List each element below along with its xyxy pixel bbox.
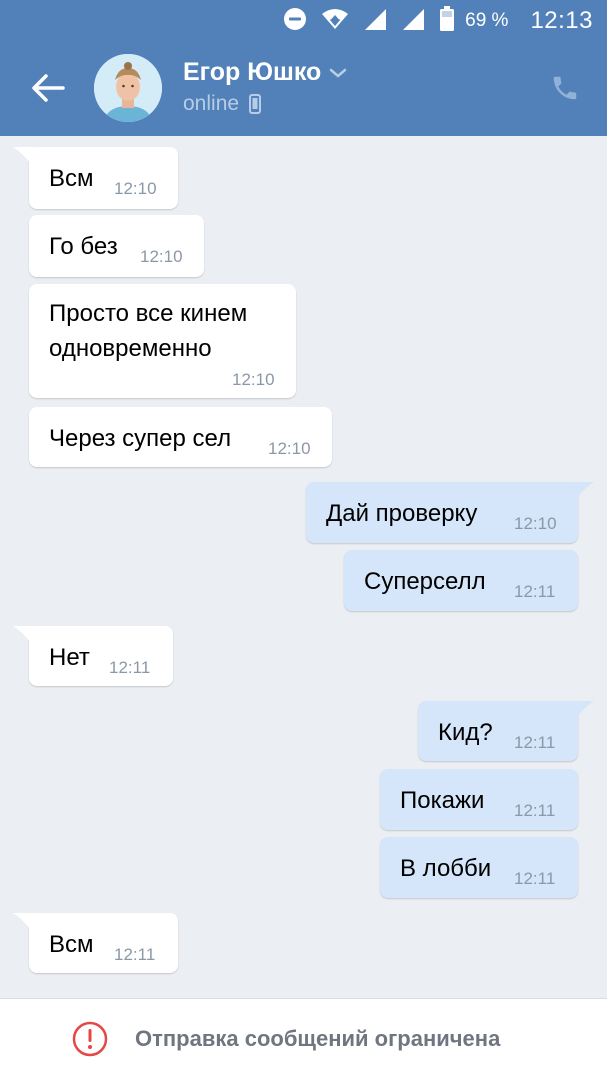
message-text: Всм bbox=[49, 165, 94, 192]
message-text: Го без bbox=[49, 233, 118, 260]
message-time: 12:10 bbox=[114, 179, 157, 198]
battery-percentage: 69 % bbox=[465, 10, 509, 31]
status-bar: 69 % 12:13 bbox=[0, 0, 607, 40]
message-time: 12:11 bbox=[514, 869, 556, 888]
do-not-disturb-icon bbox=[283, 7, 307, 36]
bubble-tail bbox=[13, 913, 35, 935]
status-icons: 69 % 12:13 bbox=[283, 5, 593, 37]
message-outgoing[interactable]: Покажи 12:11 bbox=[380, 769, 578, 830]
message-incoming[interactable]: Всм 12:11 bbox=[13, 913, 178, 973]
signal-icon bbox=[363, 7, 387, 36]
arrow-left-icon bbox=[32, 74, 65, 102]
status-clock: 12:13 bbox=[530, 7, 593, 34]
exclamation-circle-icon bbox=[72, 1021, 108, 1057]
wifi-icon bbox=[321, 7, 349, 36]
message-incoming[interactable]: Просто все кинем одновременно 12:10 bbox=[29, 284, 296, 398]
message-outgoing[interactable]: Дай проверку 12:10 bbox=[306, 482, 594, 543]
bubble-tail bbox=[13, 626, 35, 648]
contact-status: online bbox=[183, 92, 262, 116]
message-time: 12:10 bbox=[268, 439, 311, 458]
message-outgoing[interactable]: Суперселл 12:11 bbox=[344, 550, 578, 611]
message-text-line: Просто все кинем bbox=[49, 300, 248, 327]
contact-name-label: Егор Юшко bbox=[183, 58, 322, 86]
message-time: 12:11 bbox=[514, 582, 556, 601]
mobile-phone-icon bbox=[249, 94, 262, 114]
message-time: 12:11 bbox=[114, 945, 156, 964]
message-list[interactable]: Всм 12:10 Го без 12:10 Просто все кинем … bbox=[0, 136, 607, 998]
message-text: В лобби bbox=[400, 855, 492, 882]
online-status-label: online bbox=[183, 92, 240, 115]
message-text: Нет bbox=[49, 644, 90, 671]
message-time: 12:10 bbox=[514, 514, 557, 533]
phone-icon bbox=[553, 76, 577, 100]
message-time: 12:10 bbox=[140, 247, 183, 266]
message-text: Через супер сел bbox=[49, 425, 232, 452]
message-text: Суперселл bbox=[364, 568, 486, 595]
restriction-message: Отправка сообщений ограничена bbox=[135, 1026, 501, 1051]
message-text-line: одновременно bbox=[49, 335, 212, 362]
bubble-tail bbox=[572, 482, 594, 504]
back-button[interactable] bbox=[22, 66, 74, 110]
message-outgoing[interactable]: В лобби 12:11 bbox=[380, 837, 578, 898]
message-text: Покажи bbox=[400, 787, 485, 814]
chevron-down-icon bbox=[330, 68, 347, 77]
contact-name[interactable]: Егор Юшко bbox=[183, 58, 347, 87]
message-outgoing[interactable]: Кид? 12:11 bbox=[418, 701, 594, 761]
message-time: 12:11 bbox=[514, 733, 556, 752]
message-text: Дай проверку bbox=[326, 500, 478, 527]
message-incoming[interactable]: Всм 12:10 bbox=[13, 147, 178, 209]
message-incoming[interactable]: Го без 12:10 bbox=[29, 215, 204, 277]
chat-toolbar: Егор Юшко online bbox=[0, 40, 607, 136]
message-incoming[interactable]: Через супер сел 12:10 bbox=[29, 407, 332, 467]
signal-icon bbox=[401, 7, 425, 36]
message-time: 12:11 bbox=[514, 801, 556, 820]
bubble-tail bbox=[13, 147, 35, 169]
battery-icon bbox=[439, 5, 455, 37]
message-text: Кид? bbox=[438, 719, 493, 746]
bubble-tail bbox=[572, 701, 594, 723]
call-button[interactable] bbox=[545, 68, 585, 108]
avatar[interactable] bbox=[94, 54, 162, 122]
message-time: 12:10 bbox=[232, 370, 275, 389]
message-time: 12:11 bbox=[109, 658, 151, 677]
messaging-restricted-bar: Отправка сообщений ограничена bbox=[0, 998, 607, 1080]
app-header: 69 % 12:13 Егор Юшко online bbox=[0, 0, 607, 136]
message-incoming[interactable]: Нет 12:11 bbox=[13, 626, 173, 686]
message-text: Всм bbox=[49, 931, 94, 958]
